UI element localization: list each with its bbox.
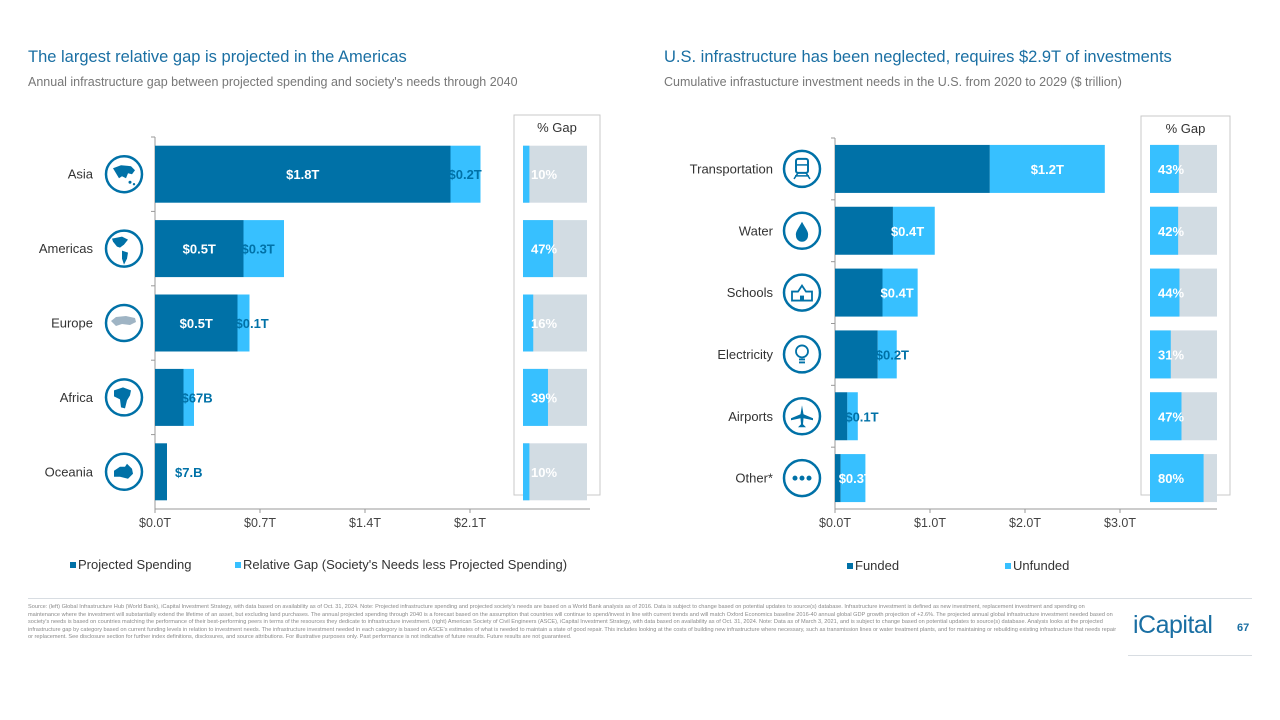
school-door (800, 295, 804, 301)
data-label: $0.4T (891, 224, 924, 239)
x-tick-label: $3.0T (1104, 516, 1136, 530)
asia-island (132, 183, 136, 186)
charts-canvas: $0.0T $0.7T $1.4T $2.1T % Gap Asia $1.8T $0.2T 1… (39, 114, 1231, 573)
category-label: Schools (727, 285, 774, 300)
page-number: 67 (1237, 622, 1250, 634)
category-label: Europe (51, 316, 93, 331)
bar-projected-spending (155, 368, 184, 426)
footnote-text: Source: (left) Global Infrastructure Hub… (28, 604, 1117, 641)
footer-divider-top (28, 598, 1252, 599)
bar-funded (835, 144, 990, 193)
x-tick-label: $0.7T (244, 516, 276, 530)
category-label: Asia (68, 167, 94, 182)
pct-gap-label: 10% (531, 167, 557, 182)
legend-label: Projected Spending (78, 557, 191, 572)
category-label: Africa (60, 390, 94, 405)
legend-swatch (70, 562, 76, 568)
legend-swatch (847, 563, 853, 569)
water-drop-icon (782, 211, 822, 250)
africa-map-icon (104, 378, 144, 417)
category-label: Water (739, 223, 774, 238)
legend-label: Unfunded (1013, 558, 1069, 573)
legend-swatch (1005, 563, 1011, 569)
icon-ring (782, 273, 822, 312)
pct-gap-label: 47% (531, 242, 557, 257)
legend-label: Funded (855, 558, 899, 573)
icon-ring (782, 335, 822, 374)
europe-map-icon (104, 303, 144, 343)
category-label: Other* (735, 471, 773, 486)
legend-swatch (235, 562, 241, 568)
data-label: $0.5T (180, 316, 213, 331)
pct-gap-label: 16% (531, 316, 557, 331)
lightbulb-icon (782, 335, 822, 374)
data-label: $67B (182, 390, 213, 405)
airplane-icon (782, 397, 822, 436)
bar-funded (835, 268, 883, 317)
pct-gap-label: 44% (1158, 286, 1184, 301)
data-label: $0.2T (449, 167, 482, 182)
category-label: Airports (728, 409, 773, 424)
pct-gap-label: 47% (1158, 409, 1184, 424)
bar-funded (835, 330, 878, 379)
data-label: $1.8T (286, 167, 319, 182)
oceania-map-icon (104, 452, 144, 492)
data-label: $0.1T (236, 316, 269, 331)
category-label: Transportation (690, 161, 773, 176)
x-tick-label: $1.0T (914, 516, 946, 530)
pct-gap-label: 80% (1158, 471, 1184, 486)
bar-projected-spending (155, 443, 167, 501)
x-tick-label: $2.0T (1009, 516, 1041, 530)
x-tick-label: $0.0T (139, 516, 171, 530)
category-label: Americas (39, 241, 94, 256)
data-label: $0.2T (876, 347, 909, 362)
category-label: Electricity (717, 347, 773, 362)
pct-gap-label: 31% (1158, 347, 1184, 362)
asia-island (128, 180, 132, 184)
x-tick-label: $1.4T (349, 516, 381, 530)
asia-map-icon (104, 154, 144, 194)
us-infrastructure-chart: $0.0T $1.0T $2.0T $3.0T % Gap Transportation $… (690, 115, 1231, 573)
icapital-logo: iCapital (1133, 611, 1213, 639)
pct-gap-label: 42% (1158, 224, 1184, 239)
data-label: $0.1T (845, 409, 878, 424)
data-label: $0.3T (242, 242, 275, 257)
x-tick-label: $2.1T (454, 516, 486, 530)
train-icon (782, 149, 822, 189)
pct-gap-label: 10% (531, 465, 557, 480)
bar-funded (835, 206, 893, 255)
footer-divider-bottom (1128, 655, 1252, 656)
pct-gap-title: % Gap (537, 120, 577, 135)
pct-gap-fill (523, 443, 530, 501)
pct-gap-label: 43% (1158, 162, 1184, 177)
pct-gap-fill (523, 145, 530, 203)
regional-gap-chart: $0.0T $0.7T $1.4T $2.1T % Gap Asia $1.8T $0.2T 1… (39, 114, 601, 572)
dot (799, 475, 805, 481)
americas-map-icon (104, 229, 144, 268)
data-label: $1.2T (1031, 162, 1064, 177)
x-tick-label: $0.0T (819, 516, 851, 530)
dot (792, 475, 798, 481)
icon-ring (782, 149, 822, 189)
data-label: $7.B (175, 465, 202, 480)
data-label: $0.5T (183, 242, 216, 257)
school-icon (782, 273, 822, 312)
category-label: Oceania (45, 464, 94, 479)
more-dots-icon (782, 458, 822, 498)
data-label: $0.4T (881, 286, 914, 301)
legend-label: Relative Gap (Society's Needs less Proje… (243, 557, 567, 572)
pct-gap-label: 39% (531, 390, 557, 405)
data-label: $0.3T (839, 471, 872, 486)
dot (806, 475, 812, 481)
pct-gap-title: % Gap (1166, 121, 1206, 136)
